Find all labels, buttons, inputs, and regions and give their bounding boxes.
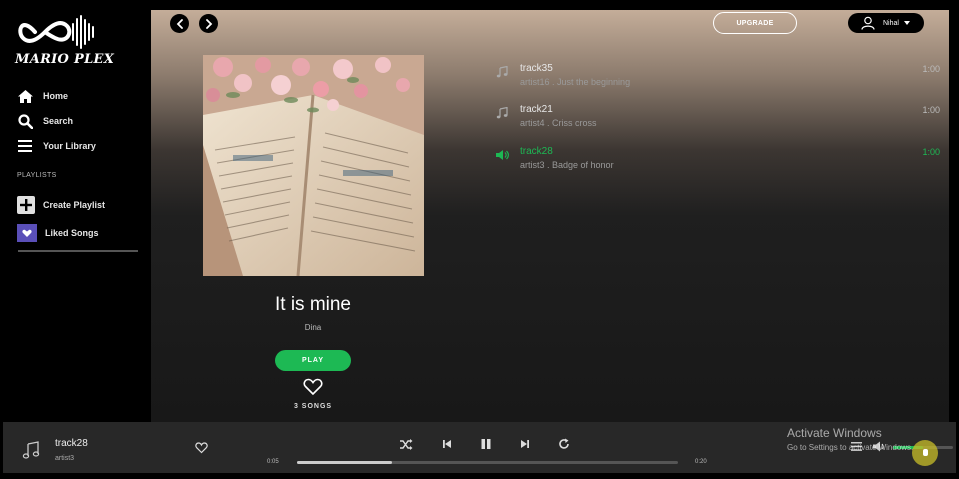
progress-bar[interactable]: [297, 461, 678, 464]
forward-button[interactable]: [199, 14, 218, 33]
track-duration: 1:00: [922, 147, 940, 157]
music-note-icon: [22, 441, 40, 459]
repeat-icon: [559, 438, 569, 449]
album-cover: [203, 55, 424, 276]
now-playing-title[interactable]: track28: [55, 438, 88, 449]
shuffle-icon: [399, 438, 412, 450]
like-track-heart-icon[interactable]: [195, 441, 208, 454]
infinity-logo-icon: [18, 15, 94, 49]
now-playing-artist[interactable]: artist3: [55, 455, 74, 462]
speaker-icon: [496, 148, 510, 162]
playlists-header: PLAYLISTS: [17, 172, 57, 179]
sidebar-item-label: Your Library: [43, 141, 96, 151]
chevron-left-icon: [176, 18, 183, 29]
watermark-title: Activate Windows: [787, 426, 882, 440]
sidebar-item-label: Search: [43, 116, 74, 126]
next-button[interactable]: [518, 437, 532, 451]
skip-forward-icon: [521, 440, 529, 448]
skip-back-icon: [443, 440, 451, 448]
brand-name: MARIO PLEX: [15, 52, 115, 67]
music-note-icon: [496, 65, 510, 79]
sidebar: MARIO PLEX Home Search Your Library PLAY…: [0, 0, 151, 422]
sidebar-item-library[interactable]: Your Library: [17, 137, 96, 155]
mouse-cursor: [912, 440, 938, 466]
sidebar-item-label: Home: [43, 91, 69, 101]
album-artist[interactable]: Dina: [213, 323, 413, 332]
caret-down-icon: [903, 21, 910, 25]
track-duration: 1:00: [922, 105, 940, 115]
create-playlist-button[interactable]: Create Playlist: [17, 195, 105, 215]
pause-button[interactable]: [479, 437, 493, 451]
play-button[interactable]: PLAY: [275, 350, 351, 371]
home-icon: [17, 88, 33, 104]
total-time: 0:20: [695, 459, 707, 465]
repeat-button[interactable]: [557, 437, 571, 451]
track-title: track21: [520, 104, 553, 115]
elapsed-time: 0:05: [267, 459, 279, 465]
upgrade-button[interactable]: UPGRADE: [713, 12, 797, 34]
track-subtitle: artist3 . Badge of honor: [520, 160, 614, 170]
shuffle-button[interactable]: [399, 437, 413, 451]
pause-icon: [481, 439, 491, 449]
progress-fill: [297, 461, 393, 464]
main-content: UPGRADE Nihal It is mine Dina PLAY 3 SON…: [151, 10, 949, 422]
search-icon: [17, 113, 33, 129]
watermark-subtitle: Go to Settings to activate Windows.: [787, 443, 914, 452]
user-name: Nihal: [883, 19, 899, 27]
back-button[interactable]: [170, 14, 189, 33]
plus-icon: [17, 196, 35, 214]
track-subtitle: artist4 . Criss cross: [520, 118, 597, 128]
windows-activation-watermark: Activate Windows Go to Settings to activ…: [787, 426, 913, 452]
track-subtitle: artist16 . Just the beginning: [520, 77, 631, 87]
previous-button[interactable]: [440, 437, 454, 451]
track-title: track28: [520, 146, 553, 157]
create-playlist-label: Create Playlist: [43, 200, 106, 210]
track-title: track35: [520, 63, 553, 74]
like-album-heart-icon[interactable]: [303, 378, 323, 396]
album-title: It is mine: [274, 294, 352, 315]
sidebar-item-search[interactable]: Search: [17, 112, 73, 130]
liked-songs-label: Liked Songs: [45, 228, 99, 238]
music-note-icon: [496, 106, 510, 120]
song-count: 3 SONGS: [293, 403, 333, 410]
user-icon: [861, 16, 875, 30]
liked-songs-button[interactable]: Liked Songs: [17, 223, 99, 243]
library-icon: [17, 138, 33, 154]
brand-logo[interactable]: MARIO PLEX: [15, 14, 135, 70]
user-menu-button[interactable]: Nihal: [848, 13, 924, 33]
heart-icon: [17, 224, 37, 242]
track-row[interactable]: track21 artist4 . Criss cross 1:00: [496, 104, 944, 134]
sidebar-divider: [18, 250, 138, 252]
track-row-playing[interactable]: track28 artist3 . Badge of honor 1:00: [496, 146, 944, 176]
track-duration: 1:00: [922, 64, 940, 74]
chevron-right-icon: [205, 18, 212, 29]
track-row[interactable]: track35 artist16 . Just the beginning 1:…: [496, 63, 944, 93]
sidebar-item-home[interactable]: Home: [17, 87, 68, 105]
